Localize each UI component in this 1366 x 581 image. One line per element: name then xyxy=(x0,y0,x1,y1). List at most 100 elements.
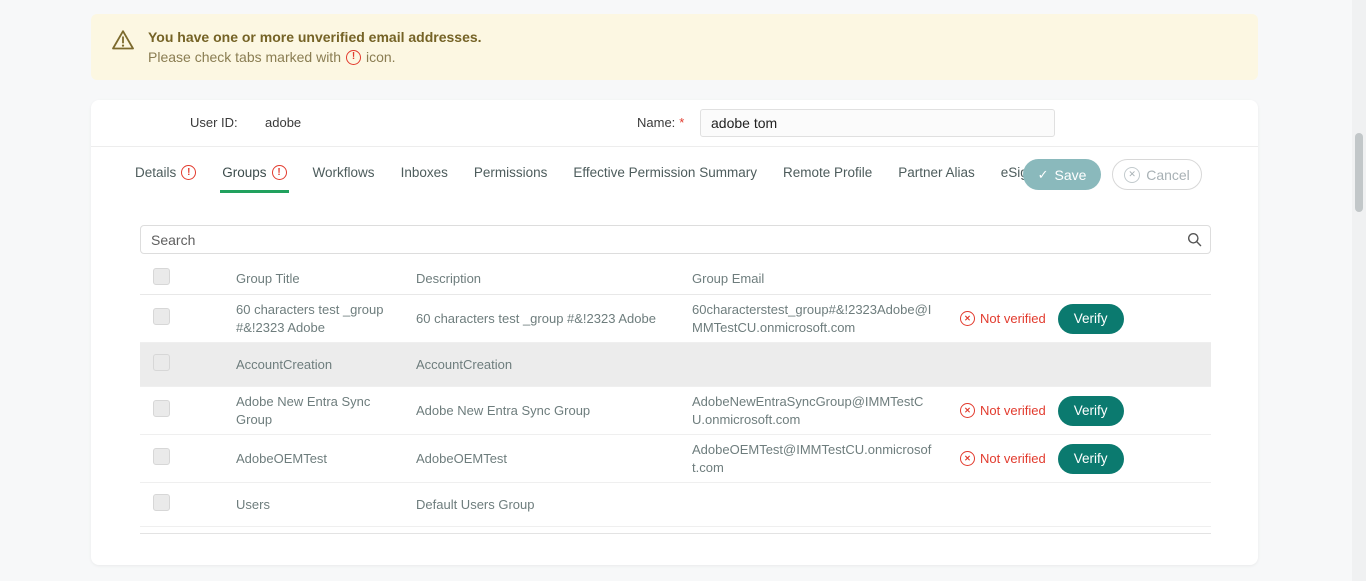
status-cell xyxy=(942,359,1211,371)
tab-label: Remote Profile xyxy=(783,165,872,180)
table-row: AdobeOEMTestAdobeOEMTestAdobeOEMTest@IMM… xyxy=(140,435,1211,483)
group-email-cell: 60characterstest_group#&!2323Adobe@IMMTe… xyxy=(682,295,942,342)
group-title-cell: AdobeOEMTest xyxy=(226,444,406,474)
status-cell: ✕ Not verified Verify xyxy=(942,390,1211,432)
banner-text: You have one or more unverified email ad… xyxy=(148,27,482,68)
table-body: 60 characters test _group #&!2323 Adobe6… xyxy=(140,295,1211,527)
tab-partner-alias[interactable]: Partner Alias xyxy=(896,159,977,193)
name-input[interactable] xyxy=(700,109,1055,137)
name-label-text: Name: xyxy=(637,115,675,130)
warning-triangle-icon xyxy=(111,29,135,56)
tab-inboxes[interactable]: Inboxes xyxy=(399,159,450,193)
not-verified-icon: ✕ xyxy=(960,451,975,466)
search-input[interactable] xyxy=(140,225,1211,254)
save-button-label: Save xyxy=(1054,167,1086,183)
not-verified-badge: ✕ Not verified xyxy=(960,402,1046,420)
row-checkbox[interactable] xyxy=(153,400,170,417)
tab-remote-profile[interactable]: Remote Profile xyxy=(781,159,874,193)
not-verified-label: Not verified xyxy=(980,402,1046,420)
tab-alert-icon: ! xyxy=(181,165,196,180)
verify-button[interactable]: Verify xyxy=(1058,304,1124,334)
not-verified-label: Not verified xyxy=(980,450,1046,468)
row-checkbox[interactable] xyxy=(153,494,170,511)
description-cell: Adobe New Entra Sync Group xyxy=(406,396,682,426)
column-header-status xyxy=(942,273,1211,285)
user-identity-row: User ID: adobe Name: * xyxy=(91,100,1258,147)
banner-subtitle-prefix: Please check tabs marked with xyxy=(148,47,341,67)
table-header: Group Title Description Group Email xyxy=(140,262,1211,295)
tab-workflows[interactable]: Workflows xyxy=(311,159,377,193)
banner-subtitle: Please check tabs marked with ! icon. xyxy=(148,47,482,67)
group-title-cell: Users xyxy=(226,490,406,520)
tab-label: Permissions xyxy=(474,165,548,180)
tab-label: Workflows xyxy=(313,165,375,180)
name-label: Name: * xyxy=(637,115,684,130)
column-header-description: Description xyxy=(406,264,682,294)
row-checkbox-cell xyxy=(140,488,226,522)
tab-label: Effective Permission Summary xyxy=(573,165,757,180)
row-checkbox[interactable] xyxy=(153,308,170,325)
row-checkbox[interactable] xyxy=(153,448,170,465)
user-detail-card: User ID: adobe Name:* Details!Groups!Wor… xyxy=(91,100,1258,565)
verify-button[interactable]: Verify xyxy=(1058,444,1124,474)
scrollbar-thumb[interactable] xyxy=(1355,133,1363,212)
not-verified-icon: ✕ xyxy=(960,311,975,326)
search-bar xyxy=(140,225,1211,254)
row-checkbox-cell xyxy=(140,302,226,336)
tab-groups[interactable]: Groups! xyxy=(220,159,288,193)
tab-permissions[interactable]: Permissions xyxy=(472,159,550,193)
tab-label: Inboxes xyxy=(401,165,448,180)
description-cell: AdobeOEMTest xyxy=(406,444,682,474)
cancel-button[interactable]: ✕ Cancel xyxy=(1112,159,1202,190)
save-button[interactable]: ✓ Save xyxy=(1023,159,1101,190)
banner-title: You have one or more unverified email ad… xyxy=(148,27,482,47)
unverified-email-banner: You have one or more unverified email ad… xyxy=(91,14,1258,80)
group-email-cell xyxy=(682,359,942,371)
status-cell: ✕ Not verified Verify xyxy=(942,438,1211,480)
select-all-checkbox[interactable] xyxy=(153,268,170,285)
group-email-cell: AdobeOEMTest@IMMTestCU.onmicrosoft.com xyxy=(682,435,942,482)
group-email-cell: AdobeNewEntraSyncGroup@IMMTestCU.onmicro… xyxy=(682,387,942,434)
group-email-cell xyxy=(682,499,942,511)
table-row: 60 characters test _group #&!2323 Adobe6… xyxy=(140,295,1211,343)
verify-button[interactable]: Verify xyxy=(1058,396,1124,426)
table-row: Adobe New Entra Sync GroupAdobe New Entr… xyxy=(140,387,1211,435)
not-verified-label: Not verified xyxy=(980,310,1046,328)
tab-effective-permission-summary[interactable]: Effective Permission Summary xyxy=(571,159,759,193)
group-title-cell: AccountCreation xyxy=(226,350,406,380)
close-icon: ✕ xyxy=(1124,167,1140,183)
row-checkbox[interactable] xyxy=(153,354,170,371)
description-cell: Default Users Group xyxy=(406,490,682,520)
not-verified-badge: ✕ Not verified xyxy=(960,310,1046,328)
search-icon[interactable] xyxy=(1187,232,1202,252)
group-title-cell: Adobe New Entra Sync Group xyxy=(226,387,406,434)
check-icon: ✓ xyxy=(1038,168,1049,181)
user-id-label: User ID: xyxy=(190,115,238,130)
not-verified-badge: ✕ Not verified xyxy=(960,450,1046,468)
row-checkbox-cell xyxy=(140,442,226,476)
tab-label: Details xyxy=(135,165,176,180)
column-header-group-title: Group Title xyxy=(226,264,406,294)
row-checkbox-cell xyxy=(140,348,226,382)
user-id-value: adobe xyxy=(265,115,301,130)
table-row: AccountCreationAccountCreation xyxy=(140,343,1211,387)
tab-details[interactable]: Details! xyxy=(133,159,198,193)
tab-label: Partner Alias xyxy=(898,165,975,180)
cancel-button-label: Cancel xyxy=(1146,167,1190,183)
required-marker: * xyxy=(679,115,684,130)
description-cell: 60 characters test _group #&!2323 Adobe xyxy=(406,304,682,334)
status-cell: ✕ Not verified Verify xyxy=(942,298,1211,340)
groups-table: Group Title Description Group Email 60 c… xyxy=(140,262,1211,534)
banner-subtitle-suffix: icon. xyxy=(366,47,396,67)
table-row: UsersDefault Users Group xyxy=(140,483,1211,527)
tab-alert-icon: ! xyxy=(272,165,287,180)
page: You have one or more unverified email ad… xyxy=(0,0,1366,581)
description-cell: AccountCreation xyxy=(406,350,682,380)
not-verified-icon: ✕ xyxy=(960,403,975,418)
row-checkbox-cell xyxy=(140,394,226,428)
column-header-group-email: Group Email xyxy=(682,264,942,294)
header-checkbox-cell xyxy=(140,262,226,296)
alert-icon: ! xyxy=(346,50,361,65)
tab-label: Groups xyxy=(222,165,266,180)
status-cell xyxy=(942,499,1211,511)
